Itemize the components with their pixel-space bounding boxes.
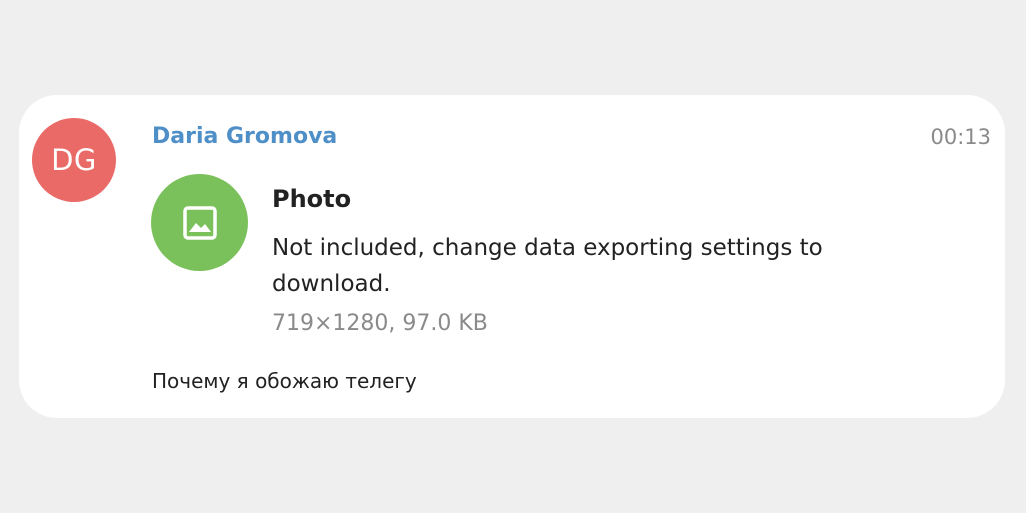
photo-placeholder-button[interactable] [151,174,248,271]
media-title: Photo [272,185,352,213]
media-meta: 719×1280, 97.0 KB [272,311,488,336]
message-card: DG Daria Gromova 00:13 Photo Not include… [19,95,1005,418]
image-icon [182,205,217,240]
avatar[interactable]: DG [32,118,116,202]
avatar-initials: DG [51,143,97,177]
message-text: Почему я обожаю телегу [152,369,417,393]
author-name[interactable]: Daria Gromova [152,124,337,149]
media-description: Not included, change data exporting sett… [272,235,823,297]
message-time: 00:13 [930,125,991,149]
